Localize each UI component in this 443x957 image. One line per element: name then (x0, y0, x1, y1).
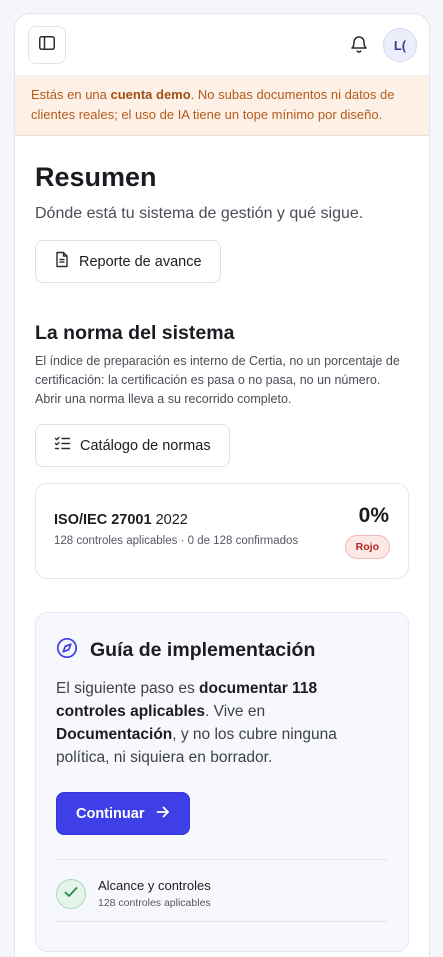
step-text: Alcance y controles 128 controles aplica… (98, 878, 211, 909)
user-avatar[interactable]: L( (383, 28, 417, 62)
banner-text-bold: cuenta demo (110, 87, 191, 102)
continue-button[interactable]: Continuar (56, 792, 191, 835)
main-content: Resumen Dónde está tu sistema de gestión… (15, 161, 429, 952)
guide-body-text-2: . Vive en (205, 703, 266, 720)
standards-catalog-label: Catálogo de normas (80, 437, 211, 454)
checklist-icon (54, 436, 71, 455)
demo-account-banner: Estás en una cuenta demo. No subas docum… (15, 76, 429, 136)
step-subtitle: 128 controles aplicables (98, 897, 211, 909)
app-frame: L( Estás en una cuenta demo. No subas do… (14, 13, 430, 957)
standard-year: 2022 (155, 512, 188, 528)
sidebar-toggle-button[interactable] (28, 26, 66, 64)
guide-body-text-1: El siguiente paso es (56, 680, 200, 697)
banner-text-prefix: Estás en una (31, 87, 111, 102)
standard-description: El índice de preparación es interno de C… (35, 354, 400, 406)
compass-icon (56, 637, 78, 664)
standard-code: ISO/IEC 27001 (54, 512, 152, 528)
standard-meta: 128 controles aplicables · 0 de 128 conf… (54, 535, 299, 547)
step-done-indicator (56, 878, 86, 909)
step-title: Alcance y controles (98, 878, 211, 893)
implementation-guide-card: Guía de implementación El siguiente paso… (35, 612, 409, 952)
page-title: Resumen (35, 162, 157, 192)
sidebar-toggle-icon (38, 34, 56, 57)
continue-label: Continuar (76, 805, 145, 822)
standard-name: ISO/IEC 27001 2022 (54, 512, 188, 528)
check-icon (64, 885, 78, 903)
standards-catalog-button[interactable]: Catálogo de normas (35, 424, 230, 467)
top-bar: L( (15, 14, 429, 76)
notifications-button[interactable] (347, 34, 371, 58)
bell-icon (349, 34, 369, 59)
document-icon (54, 251, 70, 272)
progress-report-button[interactable]: Reporte de avance (35, 240, 221, 283)
guide-step[interactable]: Alcance y controles 128 controles aplica… (56, 860, 388, 909)
guide-divider-bottom (56, 921, 388, 922)
standard-section-title: La norma del sistema (35, 322, 235, 344)
guide-body: El siguiente paso es documentar 118 cont… (56, 677, 388, 769)
avatar-initials: L( (393, 37, 407, 53)
progress-report-label: Reporte de avance (79, 253, 202, 270)
status-badge: Rojo (344, 535, 390, 559)
page-subtitle: Dónde está tu sistema de gestión y qué s… (35, 205, 364, 222)
arrow-right-icon (156, 805, 170, 823)
standard-card-iso27001[interactable]: ISO/IEC 27001 2022 128 controles aplicab… (35, 483, 409, 579)
readiness-percent: 0% (358, 504, 389, 527)
guide-body-bold-2: Documentación (56, 726, 173, 743)
guide-header: Guía de implementación (56, 613, 388, 664)
guide-title: Guía de implementación (90, 639, 316, 661)
